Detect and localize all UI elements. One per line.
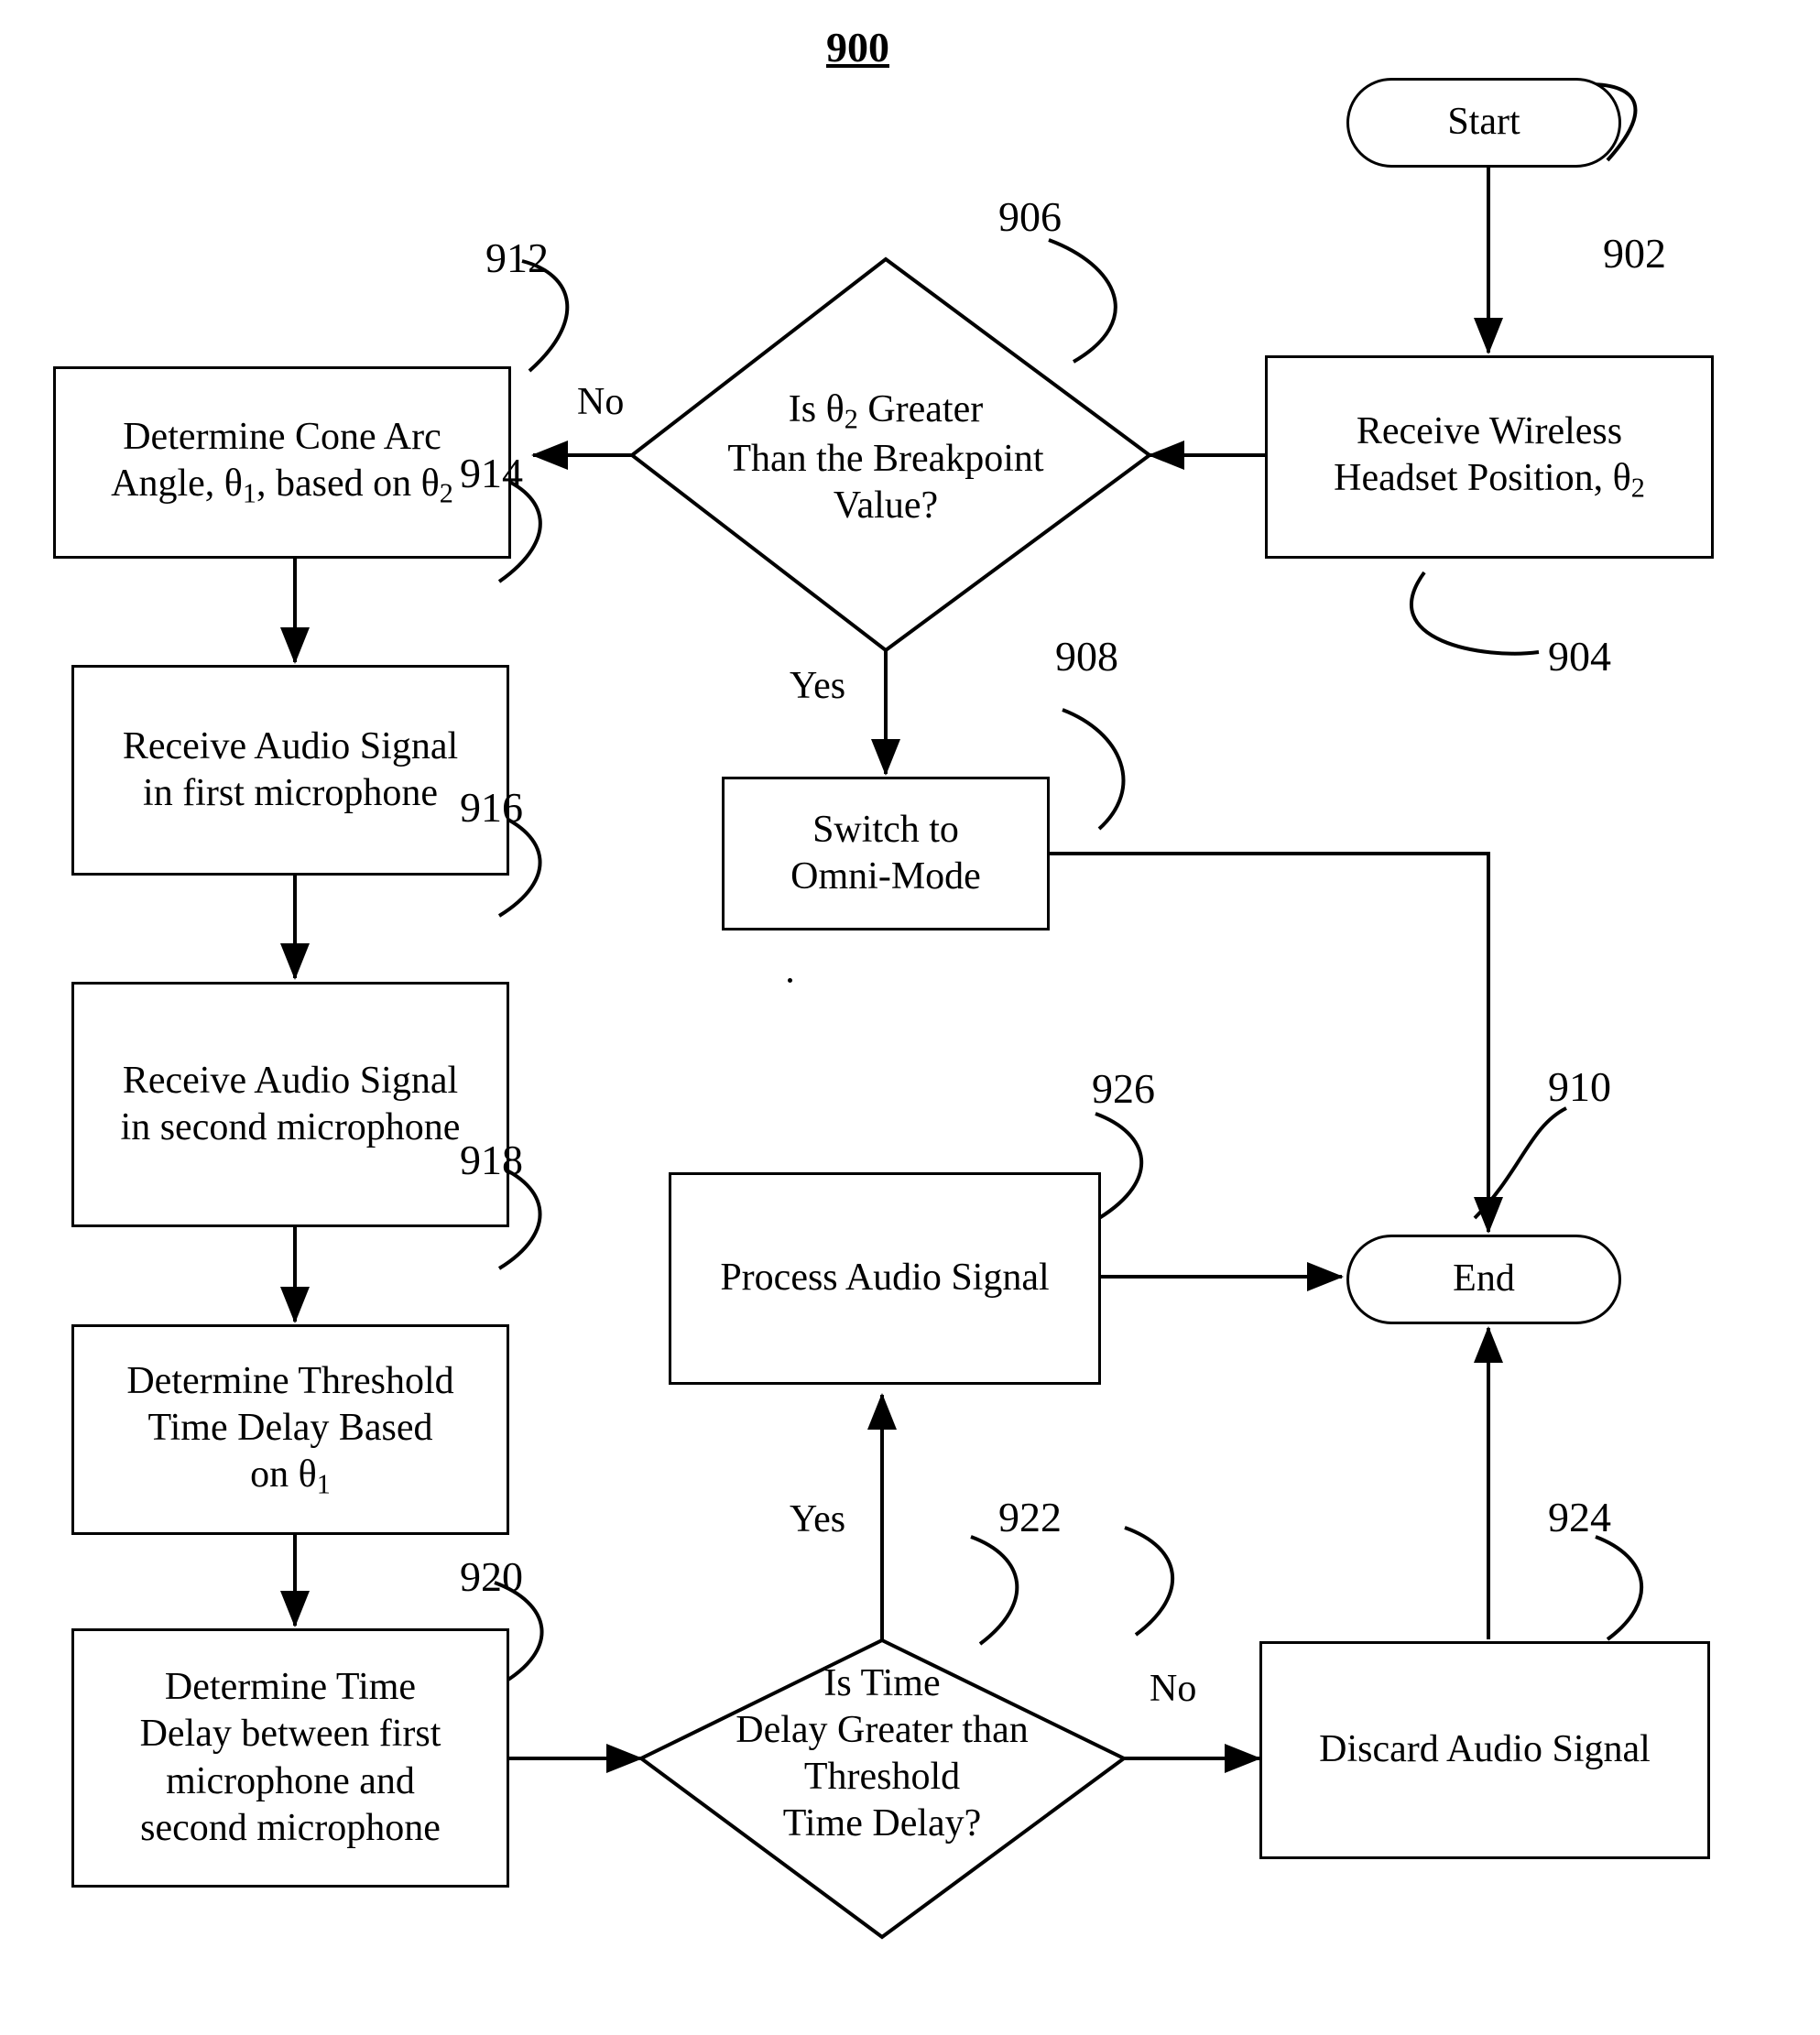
breakpoint-greater: Greater	[857, 387, 984, 430]
threshold-on-theta: on θ	[250, 1453, 317, 1496]
ref-918: 918	[460, 1137, 523, 1183]
edge-label-breakpoint-yes: Yes	[790, 665, 846, 707]
node-determine-cone-arc-angle-line1: Determine Cone Arc	[123, 416, 441, 459]
ref-920: 920	[460, 1553, 523, 1600]
theta2-subscript: 2	[1630, 472, 1645, 504]
theta2-subscript: 2	[439, 477, 453, 509]
theta1-subscript: 1	[316, 1468, 331, 1500]
ref-922: 922	[998, 1494, 1062, 1540]
node-process-audio-signal-label: Process Audio Signal	[720, 1257, 1050, 1300]
node-start: Start	[1346, 78, 1621, 168]
ref-902: 902	[1603, 230, 1666, 277]
node-determine-time-delay: Determine Time Delay between first micro…	[71, 1628, 509, 1888]
ref-916: 916	[460, 784, 523, 831]
ref-912: 912	[485, 234, 549, 281]
node-determine-cone-arc-angle-line2: Angle, θ1, based on θ2	[111, 461, 453, 510]
ref-908: 908	[1055, 633, 1118, 680]
flowchart-canvas: 900 Start 902 Receive Wireless Headset P…	[0, 0, 1820, 2035]
node-receive-audio-second-mic-line1: Receive Audio Signal	[122, 1059, 459, 1102]
node-receive-audio-second-mic: Receive Audio Signal in second microphon…	[71, 982, 509, 1227]
ref-924: 924	[1548, 1494, 1611, 1540]
node-time-delay-decision-line2: Delay Greater than	[736, 1708, 1029, 1751]
node-determine-threshold-time-delay-line2: Time Delay Based	[147, 1406, 433, 1449]
node-switch-omni-mode-line1: Switch to	[812, 808, 959, 851]
edge-label-delay-yes: Yes	[790, 1498, 846, 1540]
node-receive-audio-first-mic-line2: in first microphone	[143, 772, 438, 814]
node-end: End	[1346, 1235, 1621, 1324]
node-time-delay-decision-line1: Is Time	[823, 1661, 941, 1704]
node-determine-time-delay-line2: Delay between first	[139, 1713, 441, 1756]
node-time-delay-decision-line3: Threshold	[803, 1756, 961, 1798]
node-receive-headset-position-line2-text: Headset Position, θ	[1334, 457, 1631, 500]
ref-926: 926	[1092, 1065, 1155, 1112]
cone-arc-angle-post: , based on θ	[256, 462, 440, 506]
ref-910: 910	[1548, 1063, 1611, 1110]
node-determine-time-delay-line3: microphone and	[166, 1759, 415, 1802]
node-switch-omni-mode: Switch to Omni-Mode	[722, 777, 1050, 930]
node-receive-headset-position: Receive Wireless Headset Position, θ2	[1265, 355, 1714, 559]
theta2-subscript: 2	[844, 403, 858, 435]
node-breakpoint-decision-line1: Is θ2 Greater	[789, 386, 983, 436]
node-time-delay-decision: Is Time Delay Greater than Threshold Tim…	[685, 1639, 1079, 1868]
node-breakpoint-decision-line2: Than the Breakpoint	[727, 437, 1044, 480]
node-determine-threshold-time-delay-line3: on θ1	[250, 1452, 331, 1501]
cone-arc-angle-pre: Angle, θ	[111, 462, 243, 506]
breakpoint-is-theta: Is θ	[788, 387, 845, 430]
node-end-label: End	[1453, 1257, 1515, 1300]
edge-label-breakpoint-no: No	[577, 381, 625, 423]
scan-artifact-dot	[788, 978, 792, 983]
edge-label-delay-no: No	[1150, 1668, 1197, 1710]
node-discard-audio-signal: Discard Audio Signal	[1259, 1641, 1710, 1859]
node-start-label: Start	[1447, 101, 1520, 144]
node-time-delay-decision-line4: Time Delay?	[782, 1802, 982, 1845]
node-receive-headset-position-line1: Receive Wireless	[1356, 410, 1623, 453]
node-process-audio-signal: Process Audio Signal	[669, 1172, 1101, 1385]
node-receive-audio-second-mic-line2: in second microphone	[120, 1106, 461, 1148]
node-receive-audio-first-mic-line1: Receive Audio Signal	[122, 724, 459, 767]
node-breakpoint-decision: Is θ2 Greater Than the Breakpoint Value?	[689, 380, 1083, 536]
node-receive-audio-first-mic: Receive Audio Signal in first microphone	[71, 665, 509, 876]
node-receive-headset-position-line2: Headset Position, θ2	[1334, 455, 1645, 505]
node-determine-time-delay-line4: second microphone	[140, 1806, 441, 1849]
node-discard-audio-signal-label: Discard Audio Signal	[1319, 1728, 1651, 1771]
ref-904: 904	[1548, 633, 1611, 680]
node-determine-threshold-time-delay: Determine Threshold Time Delay Based on …	[71, 1324, 509, 1535]
ref-906: 906	[998, 193, 1062, 240]
node-switch-omni-mode-line2: Omni-Mode	[790, 855, 981, 898]
node-determine-threshold-time-delay-line1: Determine Threshold	[126, 1359, 454, 1402]
node-determine-time-delay-line1: Determine Time	[164, 1666, 417, 1709]
theta1-subscript: 1	[242, 477, 256, 509]
node-breakpoint-decision-line3: Value?	[833, 484, 939, 528]
ref-914: 914	[460, 450, 523, 496]
node-determine-cone-arc-angle: Determine Cone Arc Angle, θ1, based on θ…	[53, 366, 511, 559]
